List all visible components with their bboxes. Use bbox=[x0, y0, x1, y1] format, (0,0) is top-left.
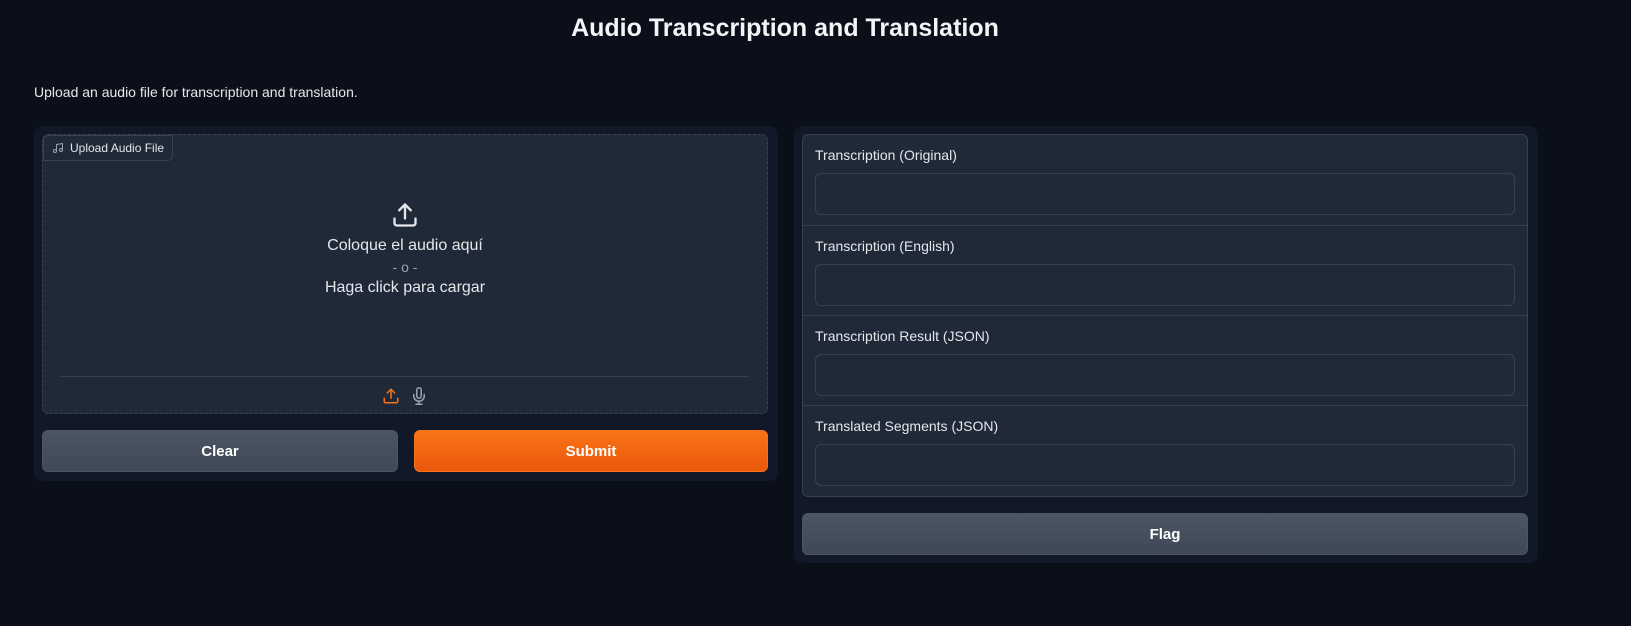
click-to-upload-text: Haga click para cargar bbox=[324, 279, 486, 296]
output-fields: Transcription (Original) Transcription (… bbox=[802, 134, 1528, 497]
submit-button[interactable]: Submit bbox=[414, 430, 768, 472]
transcription-result-json-label: Transcription Result (JSON) bbox=[815, 328, 990, 344]
divider bbox=[61, 376, 749, 377]
music-note-icon bbox=[53, 143, 63, 153]
page-description: Upload an audio file for transcription a… bbox=[34, 84, 358, 100]
upload-icon bbox=[393, 203, 417, 227]
drop-audio-text: Coloque el audio aquí bbox=[327, 237, 483, 254]
audio-upload-dropzone[interactable]: Upload Audio File Coloque el audio aquí … bbox=[42, 134, 768, 414]
source-selector bbox=[43, 387, 767, 405]
microphone-icon[interactable] bbox=[410, 387, 428, 405]
flag-button[interactable]: Flag bbox=[802, 513, 1528, 555]
upload-source-icon[interactable] bbox=[382, 387, 400, 405]
drop-area[interactable]: Coloque el audio aquí - o - Haga click p… bbox=[43, 201, 767, 297]
translated-segments-json-label: Translated Segments (JSON) bbox=[815, 418, 999, 434]
page-title: Audio Transcription and Translation bbox=[571, 14, 999, 42]
output-panel: Transcription (Original) Transcription (… bbox=[794, 126, 1538, 563]
transcription-original-field[interactable] bbox=[815, 173, 1515, 215]
upload-audio-label-text: Upload Audio File bbox=[70, 141, 165, 155]
or-separator: - o - bbox=[392, 259, 418, 275]
transcription-english-block: Transcription (English) bbox=[803, 225, 1527, 315]
translated-segments-json-field[interactable] bbox=[815, 444, 1515, 486]
transcription-result-json-block: Transcription Result (JSON) bbox=[803, 315, 1527, 405]
transcription-english-field[interactable] bbox=[815, 264, 1515, 306]
clear-button[interactable]: Clear bbox=[42, 430, 398, 472]
transcription-original-label: Transcription (Original) bbox=[815, 147, 957, 163]
translated-segments-json-block: Translated Segments (JSON) bbox=[803, 405, 1527, 495]
upload-audio-label: Upload Audio File bbox=[43, 135, 174, 161]
transcription-original-block: Transcription (Original) bbox=[803, 135, 1527, 225]
transcription-english-label: Transcription (English) bbox=[815, 238, 955, 254]
transcription-result-json-field[interactable] bbox=[815, 354, 1515, 396]
input-panel: Upload Audio File Coloque el audio aquí … bbox=[34, 126, 778, 481]
